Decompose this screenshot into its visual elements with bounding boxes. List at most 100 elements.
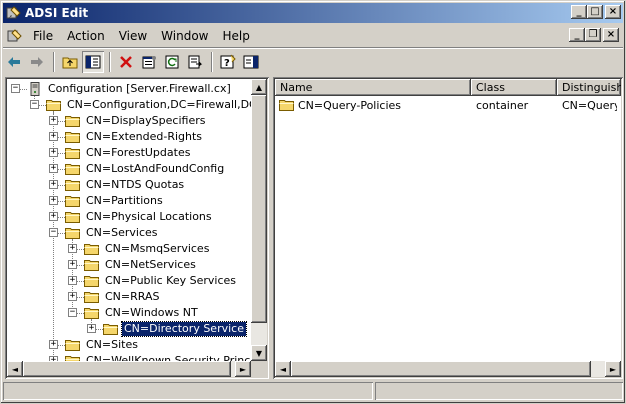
console-tree-pane[interactable]: − Configuration [Server.Firewall.cx] − CN=C… bbox=[5, 77, 269, 379]
expand-toggle[interactable]: + bbox=[49, 340, 58, 349]
result-list-pane[interactable]: Name Class Distinguished CN=Query-Polici… bbox=[273, 77, 623, 379]
properties-button[interactable] bbox=[138, 51, 160, 73]
tree-vertical-scrollbar[interactable]: ▲ ▼ bbox=[251, 79, 267, 361]
adsi-edit-app-icon bbox=[6, 6, 21, 19]
column-header-name[interactable]: Name bbox=[275, 79, 471, 96]
status-bar bbox=[3, 382, 623, 402]
child-minimize-button[interactable]: _ bbox=[569, 28, 585, 42]
folder-icon bbox=[65, 228, 80, 239]
column-header-class[interactable]: Class bbox=[471, 79, 557, 96]
tree-node[interactable]: CN=LostAndFoundConfig bbox=[65, 161, 226, 177]
delete-button[interactable] bbox=[115, 51, 137, 73]
back-arrow-icon bbox=[8, 56, 20, 67]
child-minimize-icon: _ bbox=[574, 29, 580, 40]
show-hide-console-tree-button[interactable] bbox=[82, 50, 104, 73]
tree-node[interactable]: CN=NTDS Quotas bbox=[65, 177, 186, 193]
tree-scroll-right-button[interactable]: ► bbox=[235, 361, 251, 377]
tree-scroll-left-button[interactable]: ◄ bbox=[7, 361, 23, 377]
list-item-class: container bbox=[476, 98, 529, 112]
tree-node[interactable]: CN=Windows NT bbox=[84, 305, 200, 321]
menu-file-label: File bbox=[33, 29, 54, 43]
list-horizontal-scrollbar[interactable]: ◄ ► bbox=[275, 361, 621, 377]
child-restore-icon: ❐ bbox=[588, 29, 598, 40]
maximize-button[interactable]: □ bbox=[587, 5, 603, 19]
back-button[interactable] bbox=[3, 51, 25, 73]
menu-window[interactable]: Window bbox=[154, 27, 215, 45]
expand-toggle[interactable]: + bbox=[49, 116, 58, 125]
close-button[interactable]: × bbox=[605, 5, 621, 19]
tree-node[interactable]: CN=RRAS bbox=[84, 289, 161, 305]
expand-toggle[interactable]: + bbox=[68, 260, 77, 269]
window-title: ADSI Edit bbox=[25, 6, 89, 20]
console-tree[interactable]: − Configuration [Server.Firewall.cx] − CN=C… bbox=[7, 79, 251, 361]
collapse-toggle[interactable]: − bbox=[11, 84, 20, 93]
tree-node[interactable]: Configuration [Server.Firewall.cx] bbox=[27, 81, 233, 97]
menu-action[interactable]: Action bbox=[60, 27, 112, 45]
toolbar-separator bbox=[211, 51, 213, 72]
list-hscroll-thumb[interactable] bbox=[291, 361, 591, 377]
expand-toggle[interactable]: + bbox=[68, 276, 77, 285]
child-restore-button[interactable]: ❐ bbox=[585, 28, 601, 42]
menu-window-label: Window bbox=[161, 29, 209, 43]
folder-icon bbox=[46, 100, 61, 111]
expand-toggle[interactable]: + bbox=[49, 196, 58, 205]
tree-node[interactable]: CN=DisplaySpecifiers bbox=[65, 113, 207, 129]
close-icon: × bbox=[608, 6, 618, 17]
help-button[interactable]: ? bbox=[217, 51, 239, 73]
menu-file[interactable]: File bbox=[26, 27, 60, 45]
system-menu-icon[interactable] bbox=[6, 28, 22, 44]
child-close-icon: × bbox=[606, 29, 616, 40]
child-close-button[interactable]: × bbox=[603, 28, 619, 42]
column-header-distinguished-name[interactable]: Distinguished bbox=[557, 79, 621, 96]
expand-toggle[interactable]: + bbox=[87, 324, 96, 333]
tree-node[interactable]: CN=NetServices bbox=[84, 257, 198, 273]
menu-help[interactable]: Help bbox=[216, 27, 257, 45]
tree-node[interactable]: CN=Configuration,DC=Firewall,DC=cx bbox=[46, 97, 251, 113]
tree-node[interactable]: CN=ForestUpdates bbox=[65, 145, 192, 161]
collapse-toggle[interactable]: − bbox=[30, 100, 39, 109]
tree-node[interactable]: CN=Directory Service bbox=[103, 321, 247, 337]
export-list-button[interactable] bbox=[184, 51, 206, 73]
list-scroll-right-button[interactable]: ► bbox=[605, 361, 621, 377]
expand-toggle[interactable]: + bbox=[49, 148, 58, 157]
folder-icon bbox=[103, 324, 118, 335]
folder-icon bbox=[65, 164, 80, 175]
show-hide-action-pane-button[interactable] bbox=[240, 51, 262, 73]
list-scroll-left-button[interactable]: ◄ bbox=[275, 361, 291, 377]
expand-toggle[interactable]: + bbox=[49, 212, 58, 221]
tree-node[interactable]: CN=Services bbox=[65, 225, 160, 241]
collapse-toggle[interactable]: − bbox=[49, 228, 58, 237]
collapse-toggle[interactable]: − bbox=[68, 308, 77, 317]
column-dn-label: Distinguished bbox=[562, 81, 621, 94]
expand-toggle[interactable]: + bbox=[49, 132, 58, 141]
tree-scroll-down-button[interactable]: ▼ bbox=[251, 345, 267, 361]
tree-hscroll-thumb[interactable] bbox=[23, 361, 231, 377]
tree-scroll-up-button[interactable]: ▲ bbox=[251, 79, 267, 95]
menu-bar: File Action View Window Help _ ❐ × bbox=[3, 25, 623, 47]
expand-toggle[interactable]: + bbox=[68, 244, 77, 253]
tree-scroll-thumb[interactable] bbox=[251, 95, 267, 323]
tree-node[interactable]: CN=Partitions bbox=[65, 193, 165, 209]
tree-node[interactable]: CN=WellKnown Security Principals bbox=[65, 353, 251, 361]
tree-node-label: CN=RRAS bbox=[105, 290, 160, 303]
tree-node-label: CN=Physical Locations bbox=[86, 210, 212, 223]
expand-toggle[interactable]: + bbox=[49, 164, 58, 173]
title-bar[interactable]: ADSI Edit _ □ × bbox=[3, 3, 623, 23]
status-panel-secondary bbox=[375, 382, 623, 400]
refresh-button[interactable] bbox=[161, 51, 183, 73]
folder-icon bbox=[65, 116, 80, 127]
tree-node[interactable]: CN=Public Key Services bbox=[84, 273, 238, 289]
menu-view[interactable]: View bbox=[112, 27, 154, 45]
expand-toggle[interactable]: + bbox=[49, 180, 58, 189]
tree-node[interactable]: CN=Sites bbox=[65, 337, 140, 353]
help-icon: ? bbox=[220, 54, 236, 69]
list-item[interactable]: CN=Query-Policies container CN=Query-P bbox=[275, 97, 617, 113]
expand-toggle[interactable]: + bbox=[68, 292, 77, 301]
forward-button[interactable] bbox=[26, 51, 48, 73]
tree-node[interactable]: CN=MsmqServices bbox=[84, 241, 211, 257]
tree-node[interactable]: CN=Physical Locations bbox=[65, 209, 214, 225]
up-one-level-button[interactable] bbox=[59, 51, 81, 73]
tree-horizontal-scrollbar[interactable]: ◄ ► bbox=[7, 361, 251, 377]
tree-node[interactable]: CN=Extended-Rights bbox=[65, 129, 204, 145]
minimize-button[interactable]: _ bbox=[571, 5, 587, 19]
